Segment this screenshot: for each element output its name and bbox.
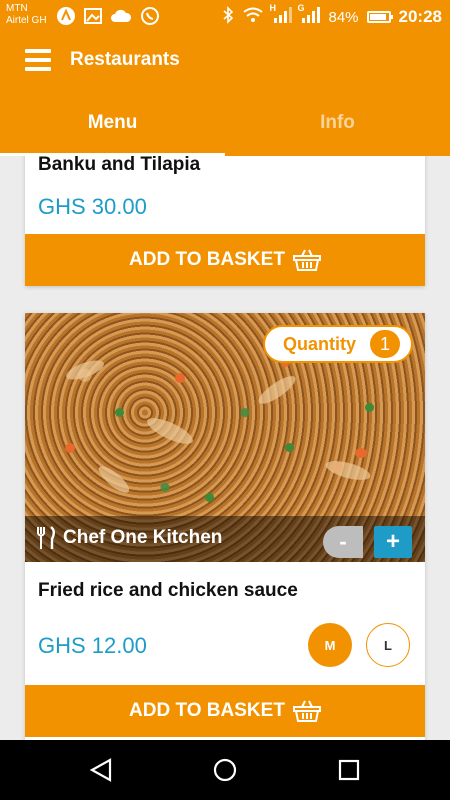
signal-1-icon: H (269, 3, 293, 27)
notification-icons (56, 6, 160, 32)
tab-info[interactable]: Info (225, 88, 450, 156)
recent-apps-icon[interactable] (336, 758, 362, 782)
menu-list[interactable]: Banku and Tilapia GHS 30.00 ADD TO BASKE… (0, 156, 450, 740)
battery-percent: 84% (328, 8, 359, 26)
carrier-2: Airtel GH (6, 15, 47, 26)
basket-icon (292, 248, 321, 272)
bluetooth-icon (222, 6, 234, 28)
whatsapp-icon (140, 6, 160, 32)
dish-price: GHS 12.00 (38, 633, 147, 658)
page-title: Restaurants (70, 49, 180, 70)
tab-menu[interactable]: Menu (0, 88, 225, 156)
app-a-icon (56, 6, 76, 32)
menu-item-card: Quantity 1 Chef One Kitchen - + Fried ri… (25, 313, 425, 740)
basket-icon (292, 699, 321, 723)
back-icon[interactable] (88, 758, 114, 782)
decrease-quantity-button[interactable]: - (323, 526, 363, 558)
dish-price: GHS 30.00 (38, 194, 147, 219)
add-to-basket-button[interactable]: ADD TO BASKET (25, 234, 425, 286)
app-toolbar: Restaurants (0, 33, 450, 88)
add-to-basket-label: ADD TO BASKET (129, 700, 285, 721)
quantity-label: Quantity (283, 333, 357, 354)
signal-1-label: H (269, 3, 276, 13)
image-icon (84, 8, 102, 30)
quantity-indicator: Quantity 1 (263, 325, 413, 363)
system-nav-bar (0, 740, 450, 800)
menu-item-card: Banku and Tilapia GHS 30.00 ADD TO BASKE… (25, 156, 425, 286)
wifi-icon (242, 7, 264, 27)
battery-icon (366, 11, 393, 23)
quantity-badge: 1 (370, 330, 401, 358)
home-icon[interactable] (212, 758, 238, 782)
dish-image: Quantity 1 Chef One Kitchen - + (25, 313, 425, 562)
clock: 20:28 (398, 7, 442, 26)
menu-icon[interactable] (25, 49, 51, 71)
carrier-1: MTN (6, 3, 28, 14)
status-right: H G 84% 20:28 (222, 3, 442, 28)
kitchen-info: Chef One Kitchen (35, 526, 222, 550)
utensils-icon (35, 526, 57, 550)
image-footer: Chef One Kitchen - + (25, 516, 425, 562)
add-to-basket-button[interactable]: ADD TO BASKET (25, 685, 425, 737)
kitchen-name: Chef One Kitchen (63, 527, 223, 548)
size-l-button[interactable]: L (366, 623, 410, 667)
dish-name: Banku and Tilapia (38, 156, 201, 175)
cloud-icon (110, 8, 132, 30)
signal-2-label: G (297, 3, 305, 13)
status-bar: MTN Airtel GH H G 84% 20:28 (0, 0, 450, 33)
add-to-basket-label: ADD TO BASKET (129, 249, 285, 270)
increase-quantity-button[interactable]: + (374, 526, 412, 558)
size-m-button[interactable]: M (308, 623, 352, 667)
signal-2-icon: G (297, 3, 321, 27)
tab-bar: Menu Info (0, 88, 450, 156)
dish-name: Fried rice and chicken sauce (38, 580, 298, 601)
carrier-info: MTN Airtel GH (6, 3, 47, 27)
